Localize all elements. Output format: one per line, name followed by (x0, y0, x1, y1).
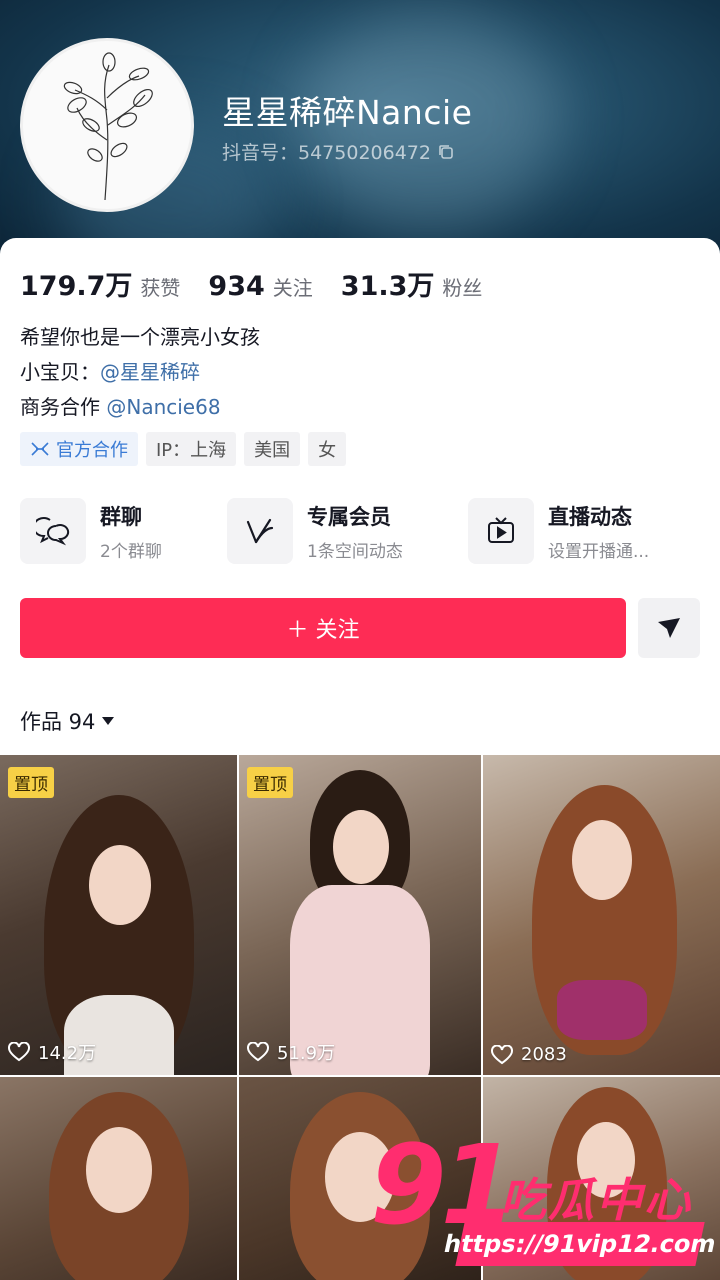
exclusive-member-entry[interactable]: 专属会员 1条空间动态 (227, 498, 403, 564)
watermark-logo: 91 吃瓜中心 https://91vip12.com (370, 1130, 720, 1280)
live-tv-icon (468, 498, 534, 564)
video-thumbnail[interactable]: 置顶 51.9万 (239, 755, 481, 1075)
heart-icon (247, 1042, 269, 1062)
quick-action-title: 群聊 (100, 504, 142, 529)
tag-label: 官方合作 (56, 440, 128, 461)
handshake-icon (31, 442, 49, 456)
watermark-url: https://91vip12.com (441, 1222, 719, 1266)
bio-line: 希望你也是一个漂亮小女孩 (20, 325, 260, 349)
works-tab[interactable]: 作品 94 (20, 706, 115, 736)
profile-card: 179.7万 获赞 934 关注 31.3万 粉丝 希望你也是一个漂亮小女孩 小… (0, 238, 720, 758)
video-thumbnail[interactable] (0, 1077, 237, 1280)
profile-stats: 179.7万 获赞 934 关注 31.3万 粉丝 (20, 264, 510, 303)
follow-button[interactable]: ＋ 关注 (20, 598, 626, 658)
stat-label: 获赞 (140, 276, 181, 300)
group-chat-icon (20, 498, 86, 564)
official-cooperation-tag[interactable]: 官方合作 (20, 432, 138, 466)
avatar[interactable] (20, 38, 194, 212)
likes-count: 51.9万 (277, 1043, 336, 1064)
mention-link[interactable]: @星星稀碎 (100, 360, 200, 384)
live-updates-entry[interactable]: 直播动态 设置开播通... (468, 498, 649, 564)
bio-line: 商务合作 @Nancie68 (20, 390, 260, 425)
douyin-id-text: 抖音号：54750206472 (222, 142, 431, 164)
profile-tags: 官方合作 IP：上海 美国 女 (20, 432, 347, 466)
likes-count: 14.2万 (38, 1043, 97, 1064)
stat-value: 179.7万 (20, 271, 133, 302)
video-likes: 2083 (491, 1044, 567, 1065)
quick-action-subtitle: 2个群聊 (100, 541, 162, 562)
video-thumbnail-figure (34, 785, 204, 1075)
pinned-badge: 置顶 (8, 767, 54, 798)
stat-label: 关注 (272, 276, 313, 300)
bio-text: 小宝贝： (20, 360, 100, 384)
stat-followers[interactable]: 31.3万 粉丝 (341, 264, 483, 303)
stat-value: 31.3万 (340, 271, 435, 302)
video-thumbnail-figure (512, 780, 692, 1075)
video-thumbnail[interactable]: 置顶 14.2万 (0, 755, 237, 1075)
watermark-text: 吃瓜中心 (500, 1173, 692, 1227)
mention-link[interactable]: @Nancie68 (106, 395, 220, 419)
country-tag: 美国 (244, 432, 301, 466)
stat-value: 934 (208, 271, 265, 302)
stat-likes[interactable]: 179.7万 获赞 (20, 264, 180, 303)
dropdown-triangle-icon (102, 717, 115, 725)
likes-count: 2083 (521, 1044, 567, 1065)
bio-text: 商务合作 (20, 395, 107, 419)
video-thumbnail-figure (34, 1092, 204, 1280)
pinned-badge: 置顶 (247, 767, 293, 798)
plant-sketch-icon (63, 52, 153, 200)
share-arrow-icon (658, 618, 680, 638)
profile-nickname: 星星稀碎Nancie (222, 93, 473, 132)
ip-location-tag: IP：上海 (146, 432, 237, 466)
heart-icon (8, 1042, 30, 1062)
quick-action-subtitle: 设置开播通... (548, 541, 650, 562)
stat-label: 粉丝 (442, 276, 483, 300)
group-chat-entry[interactable]: 群聊 2个群聊 (20, 498, 162, 564)
share-button[interactable] (638, 598, 700, 658)
bio-line: 小宝贝：@星星稀碎 (20, 355, 260, 390)
profile-bio: 希望你也是一个漂亮小女孩 小宝贝：@星星稀碎 商务合作 @Nancie68 (20, 320, 260, 425)
works-tab-label: 作品 94 (20, 710, 96, 734)
video-thumbnail[interactable]: 2083 (483, 755, 720, 1075)
heart-icon (491, 1044, 513, 1064)
copy-icon[interactable] (437, 143, 455, 161)
video-likes: 51.9万 (247, 1039, 335, 1065)
video-likes: 14.2万 (8, 1039, 96, 1065)
stat-following[interactable]: 934 关注 (208, 271, 312, 302)
gender-tag: 女 (308, 432, 347, 466)
quick-action-title: 直播动态 (548, 504, 632, 529)
vip-icon (227, 498, 293, 564)
video-thumbnail-figure (275, 770, 445, 1075)
profile-header-background: 星星稀碎Nancie 抖音号：54750206472 (0, 0, 720, 260)
douyin-id[interactable]: 抖音号：54750206472 (222, 138, 455, 165)
quick-action-title: 专属会员 (307, 504, 391, 529)
quick-action-subtitle: 1条空间动态 (307, 541, 403, 562)
